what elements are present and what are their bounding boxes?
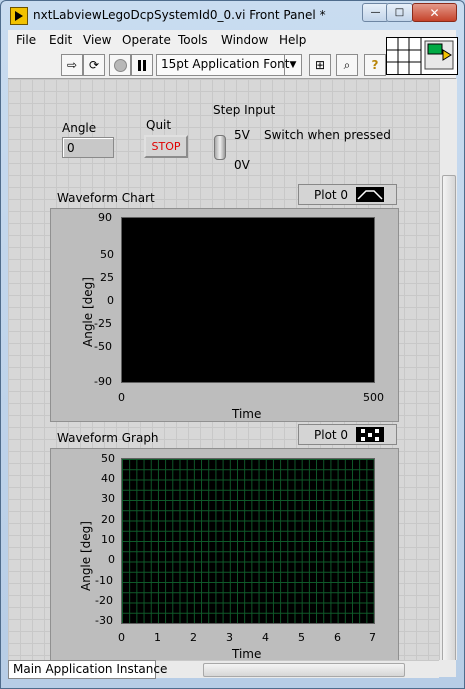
waveform-chart-plot-area[interactable] [121,217,375,383]
chart-y-tick: 50 [100,248,114,261]
vertical-scroll-thumb[interactable] [442,175,456,662]
connector-pane-icon [387,38,454,74]
chart-y-tick: -90 [94,375,112,388]
graph-y-tick: 50 [101,452,115,465]
chart-legend-label: Plot 0 [314,187,349,202]
graph-x-tick: 3 [226,631,233,644]
graph-x-tick: 1 [154,631,161,644]
angle-label: Angle [62,121,97,135]
chart-x-tick: 500 [363,391,384,404]
graph-legend-label: Plot 0 [314,427,349,442]
waveform-graph-plot-area[interactable] [121,458,375,624]
waveform-graph-title: Waveform Graph [57,431,159,445]
step-input-toggle[interactable] [214,135,226,160]
font-dropdown-value: 15pt Application Font [161,57,290,71]
search-icon[interactable]: ⌕ [336,54,358,76]
graph-plot-legend[interactable]: Plot 0 [298,424,397,445]
run-arrow-icon[interactable]: ⇨ [61,54,83,76]
maximize-button[interactable]: □ [386,3,413,22]
graph-x-tick: 4 [262,631,269,644]
menu-operate[interactable]: Operate [122,33,171,47]
graph-y-tick: 0 [108,553,115,566]
front-panel: Angle 0 Quit STOP Step Input 5V 0V Switc… [8,79,439,660]
legend-line-icon [356,187,384,202]
chevron-down-icon: ▼ [284,55,301,75]
connector-pane[interactable] [386,37,458,75]
horizontal-scrollbar[interactable] [154,660,439,678]
graph-y-tick: -20 [95,594,113,607]
quit-label: Quit [146,118,172,132]
toggle-off-label: 0V [234,158,250,172]
menu-view[interactable]: View [83,33,111,47]
vertical-scrollbar[interactable] [439,79,457,662]
graph-x-tick: 2 [190,631,197,644]
align-objects-icon[interactable]: ⊞ [309,54,331,76]
chart-x-axis-label: Time [232,407,262,421]
chart-y-tick: -50 [94,340,112,353]
waveform-graph-frame: Angle [deg] 50 40 30 20 10 0 -10 -20 -30… [50,448,399,660]
chart-plot-legend[interactable]: Plot 0 [298,184,397,205]
title-bar: nxtLabviewLegoDcpSystemId0_0.vi Front Pa… [1,1,462,29]
chart-y-axis-label: Angle [deg] [81,277,95,347]
status-bar: Main Application Instance [8,660,167,679]
app-instance-label: Main Application Instance [13,662,168,676]
labview-vi-icon [10,7,28,25]
help-icon[interactable]: ? [364,54,386,76]
graph-x-tick: 7 [369,631,376,644]
angle-indicator: 0 [62,137,114,158]
menu-window[interactable]: Window [221,33,268,47]
menu-tools[interactable]: Tools [178,33,208,47]
chart-y-tick: -25 [94,317,112,330]
graph-y-tick: 40 [101,472,115,485]
graph-y-tick: -10 [95,574,113,587]
scroll-corner [439,660,456,677]
graph-y-axis-label: Angle [deg] [79,521,93,591]
step-input-label: Step Input [213,103,276,117]
close-button[interactable]: ✕ [412,3,457,22]
waveform-chart-title: Waveform Chart [57,191,155,205]
graph-x-tick: 6 [334,631,341,644]
toggle-on-label: 5V [234,128,250,142]
angle-value: 0 [67,141,75,155]
graph-x-tick: 0 [118,631,125,644]
pause-icon[interactable] [131,54,153,76]
graph-x-axis-label: Time [232,647,262,660]
chart-y-tick: 0 [107,294,114,307]
waveform-chart-frame: Angle [deg] 90 50 25 0 -25 -50 -90 0 500… [50,208,399,422]
mechanical-action-label: Switch when pressed [264,128,391,142]
legend-point-icon [356,427,384,442]
menu-help[interactable]: Help [279,33,306,47]
run-continuously-icon[interactable]: ⟳ [83,54,105,76]
chart-y-tick: 25 [100,271,114,284]
chart-y-tick: 90 [98,211,112,224]
graph-y-tick: 20 [101,513,115,526]
graph-y-tick: 30 [101,492,115,505]
graph-x-tick: 5 [298,631,305,644]
chart-x-tick: 0 [118,391,125,404]
horizontal-scroll-thumb[interactable] [203,663,405,677]
menu-file[interactable]: File [16,33,36,47]
stop-button[interactable]: STOP [144,135,188,158]
graph-y-tick: 10 [101,533,115,546]
menu-edit[interactable]: Edit [49,33,72,47]
window-title: nxtLabviewLegoDcpSystemId0_0.vi Front Pa… [33,8,326,22]
minimize-button[interactable]: — [362,3,389,22]
graph-y-tick: -30 [95,614,113,627]
abort-icon[interactable] [109,54,131,76]
font-dropdown[interactable]: 15pt Application Font ▼ [156,54,302,76]
